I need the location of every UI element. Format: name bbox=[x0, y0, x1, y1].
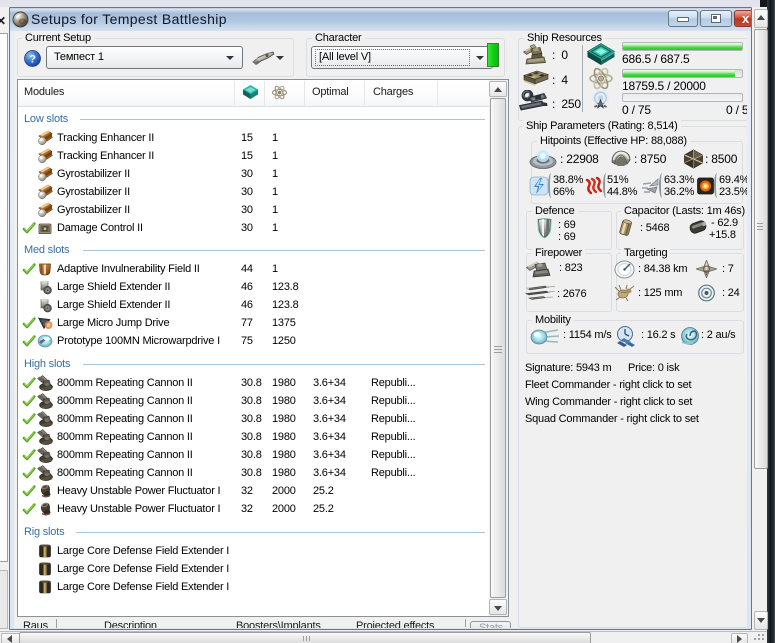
svg-text:?: ? bbox=[29, 54, 36, 66]
